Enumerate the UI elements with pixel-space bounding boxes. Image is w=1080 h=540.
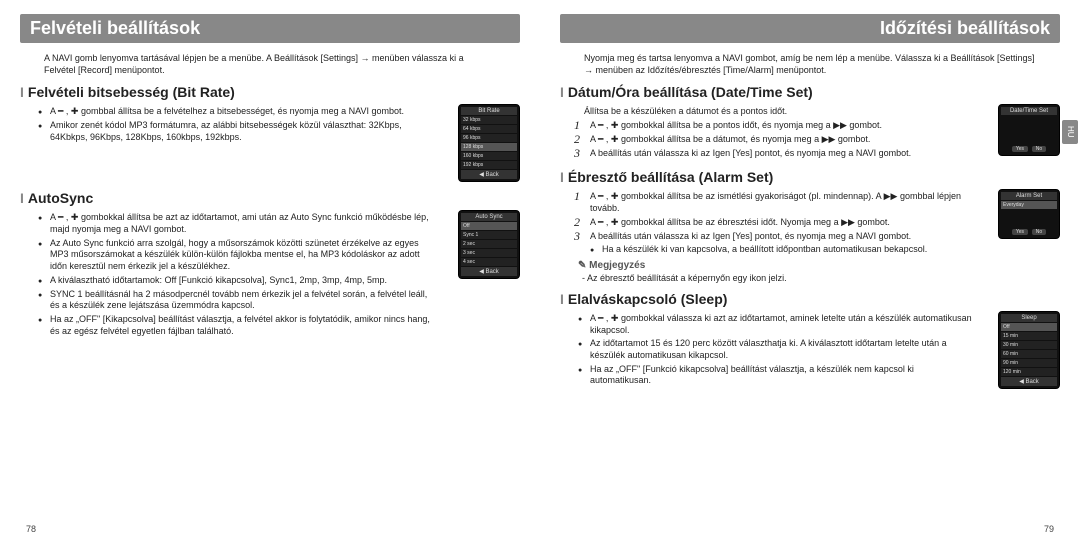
sec-datetime-title-text: Dátum/Óra beállítása (Date/Time Set) [568,84,813,100]
language-tab: HU [1062,120,1078,144]
sec-sleep: IElalváskapcsoló (Sleep) A ━ , ✚ gombokk… [560,291,1060,389]
sec-datetime: IDátum/Óra beállítása (Date/Time Set) Ál… [560,84,1060,161]
sec-autosync-title-text: AutoSync [28,190,93,206]
shot-title: Alarm Set [1001,192,1057,200]
autosync-b2: Az Auto Sync funkció arra szolgál, hogy … [38,238,434,273]
shot-row: 192 kbps [461,161,517,169]
sec-bitrate: IFelvételi bitsebesség (Bit Rate) A ━ , … [20,84,520,182]
autosync-b5: Ha az „OFF" [Kikapcsolva] beállítást vál… [38,314,434,337]
sec-alarm-title: IÉbresztő beállítása (Alarm Set) [560,169,1060,185]
shot-row-selected: Off [1001,323,1057,331]
bitrate-b2: Amikor zenét kódol MP3 formátumra, az al… [38,120,434,143]
sec-autosync: IAutoSync A ━ , ✚ gombokkal állítsa be a… [20,190,520,339]
page-number-left: 78 [26,524,36,534]
sec-sleep-title: IElalváskapcsoló (Sleep) [560,291,1060,307]
header-right: Időzítési beállítások [560,14,1060,43]
sec-sleep-title-text: Elalváskapcsoló (Sleep) [568,291,728,307]
note-heading: Megjegyzés [578,260,992,271]
header-left: Felvételi beállítások [20,14,520,43]
autosync-screenshot: Auto Sync Off Sync 1 2 sec 3 sec 4 sec ◀… [458,210,520,279]
alarm-screenshot: Alarm Set Everyday Yes No [998,189,1060,239]
shot-row: Sync 1 [461,231,517,239]
sec-alarm-title-text: Ébresztő beállítása (Alarm Set) [568,169,773,185]
datetime-n3-text: A beállítás után válassza ki az Igen [Ye… [590,148,911,158]
shot-yes: Yes [1012,229,1028,235]
shot-row: 30 min [1001,341,1057,349]
shot-title: Date/Time Set [1001,107,1057,115]
shot-row: 120 min [1001,368,1057,376]
alarm-n3-text: A beállítás után válassza ki az Igen [Ye… [590,231,911,241]
page-left: Felvételi beállítások A NAVI gomb lenyom… [0,0,540,540]
autosync-b3: A kiválasztható időtartamok: Off [Funkci… [38,275,434,287]
intro-right: Nyomja meg és tartsa lenyomva a NAVI gom… [584,53,1036,76]
alarm-n3b: Ha a készülék ki van kapcsolva, a beállí… [590,244,960,256]
sleep-b1: A ━ , ✚ gombokkal válassza ki azt az idő… [578,313,974,336]
note-body: - Az ébresztő beállítását a képernyőn eg… [582,273,992,283]
shot-row: 3 sec [461,249,517,257]
alarm-n3: 3A beállítás után válassza ki az Igen [Y… [574,231,978,256]
sleep-screenshot: Sleep Off 15 min 30 min 60 min 90 min 12… [998,311,1060,389]
shot-row-selected: Everyday [1001,201,1057,209]
page-number-right: 79 [1044,524,1054,534]
shot-row: 160 kbps [461,152,517,160]
shot-yes: Yes [1012,146,1028,152]
alarm-n1: 1A ━ , ✚ gombokkal állítsa be az ismétlé… [574,191,978,214]
shot-row: 90 min [1001,359,1057,367]
shot-row-selected: 128 kbps [461,143,517,151]
bitrate-b1: A ━ , ✚ gombbal állítsa be a felvételhez… [38,106,434,118]
bitrate-screenshot: Bit Rate 32 kbps 64 kbps 96 kbps 128 kbp… [458,104,520,182]
datetime-n1: 1A ━ , ✚ gombokkal állítsa be a pontos i… [574,120,978,132]
shot-title: Auto Sync [461,213,517,221]
sec-autosync-title: IAutoSync [20,190,520,206]
intro-left: A NAVI gomb lenyomva tartásával lépjen b… [44,53,496,76]
shot-row: 64 kbps [461,125,517,133]
shot-row: 15 min [1001,332,1057,340]
datetime-n3: 3A beállítás után válassza ki az Igen [Y… [574,148,978,160]
shot-no: No [1032,146,1046,152]
sec-bitrate-title-text: Felvételi bitsebesség (Bit Rate) [28,84,235,100]
shot-row: 2 sec [461,240,517,248]
shot-row-selected: Off [461,222,517,230]
sec-bitrate-title: IFelvételi bitsebesség (Bit Rate) [20,84,520,100]
sleep-b3: Ha az „OFF" [Funkció kikapcsolva] beállí… [578,364,974,387]
shot-row: 4 sec [461,258,517,266]
autosync-b4: SYNC 1 beállításnál ha 2 másodpercnél to… [38,289,434,312]
shot-row: 60 min [1001,350,1057,358]
datetime-n2: 2A ━ , ✚ gombokkal állítsa be a dátumot,… [574,134,978,146]
sleep-b2: Az időtartamot 15 és 120 perc között vál… [578,338,974,361]
alarm-n1-text: A ━ , ✚ gombokkal állítsa be az ismétlés… [590,191,961,213]
page-right: Időzítési beállítások Nyomja meg és tart… [540,0,1080,540]
alarm-n2-text: A ━ , ✚ gombokkal állítsa be az ébreszté… [590,217,890,227]
datetime-sub: Állítsa be a készüléken a dátumot és a p… [584,106,968,116]
shot-back: ◀ Back [461,267,517,276]
shot-back: ◀ Back [461,170,517,179]
shot-row: 32 kbps [461,116,517,124]
shot-no: No [1032,229,1046,235]
shot-row: 96 kbps [461,134,517,142]
alarm-n2: 2A ━ , ✚ gombokkal állítsa be az ébreszt… [574,217,978,229]
datetime-screenshot: Date/Time Set Yes No [998,104,1060,156]
autosync-b1: A ━ , ✚ gombokkal állítsa be azt az időt… [38,212,434,235]
shot-back: ◀ Back [1001,377,1057,386]
sec-alarm: IÉbresztő beállítása (Alarm Set) 1A ━ , … [560,169,1060,282]
shot-title: Sleep [1001,314,1057,322]
datetime-n1-text: A ━ , ✚ gombokkal állítsa be a pontos id… [590,120,882,130]
datetime-n2-text: A ━ , ✚ gombokkal állítsa be a dátumot, … [590,134,870,144]
shot-title: Bit Rate [461,107,517,115]
sec-datetime-title: IDátum/Óra beállítása (Date/Time Set) [560,84,1060,100]
